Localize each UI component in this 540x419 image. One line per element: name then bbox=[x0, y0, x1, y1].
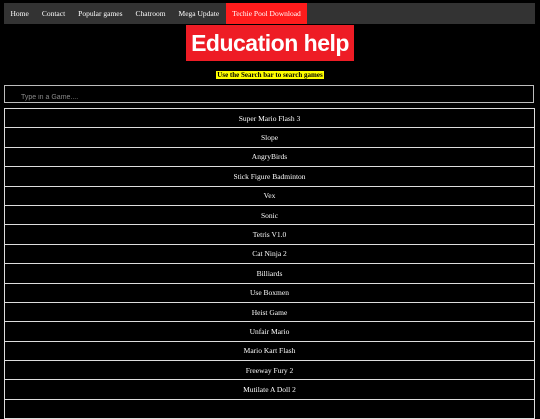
nav-chatroom-link[interactable]: Chatroom bbox=[129, 3, 172, 24]
game-list-item[interactable]: Stick Figure Badminton bbox=[4, 167, 535, 187]
game-list-item[interactable]: AngryBirds bbox=[4, 147, 535, 168]
top-nav-bar: Home Contact Popular games Chatroom Mega… bbox=[4, 3, 535, 24]
site-logo: Education help bbox=[186, 25, 354, 61]
nav-techie-pool-download-link[interactable]: Techie Pool Download bbox=[225, 3, 308, 24]
game-list-item[interactable]: Mutilate A Doll 2 bbox=[4, 380, 535, 400]
search-input[interactable] bbox=[5, 89, 533, 106]
nav-mega-update-link[interactable]: Mega Update bbox=[172, 3, 226, 24]
game-list-item[interactable]: Vex bbox=[4, 186, 535, 206]
game-list-item[interactable]: Super Mario Flash 3 bbox=[4, 109, 535, 129]
game-list-item[interactable]: Unfair Mario bbox=[4, 322, 535, 342]
search-hint-text: Use the Search bar to search games bbox=[216, 71, 324, 79]
nav-contact-link[interactable]: Contact bbox=[35, 3, 71, 24]
game-list-item[interactable]: Billiards bbox=[4, 264, 535, 284]
game-list-item[interactable]: Cat Ninja 2 bbox=[4, 244, 535, 265]
game-list-item[interactable] bbox=[4, 399, 535, 419]
game-list-item[interactable]: Freeway Fury 2 bbox=[4, 361, 535, 381]
search-box bbox=[4, 85, 534, 106]
game-list-item[interactable]: Use Boxmen bbox=[4, 283, 535, 303]
game-list-item[interactable]: Sonic bbox=[4, 205, 535, 226]
game-list-item[interactable]: Heist Game bbox=[4, 302, 535, 323]
search-hint-container: Use the Search bar to search games bbox=[0, 68, 540, 80]
game-list-item[interactable]: Tetris V1.0 bbox=[4, 225, 535, 245]
nav-home-link[interactable]: Home bbox=[4, 3, 35, 24]
game-list-item[interactable]: Slope bbox=[4, 128, 535, 148]
games-list: Super Mario Flash 3 Slope AngryBirds Stick … bbox=[4, 108, 535, 419]
nav-popular-games-link[interactable]: Popular games bbox=[72, 3, 129, 24]
game-list-item[interactable]: Mario Kart Flash bbox=[4, 341, 535, 362]
